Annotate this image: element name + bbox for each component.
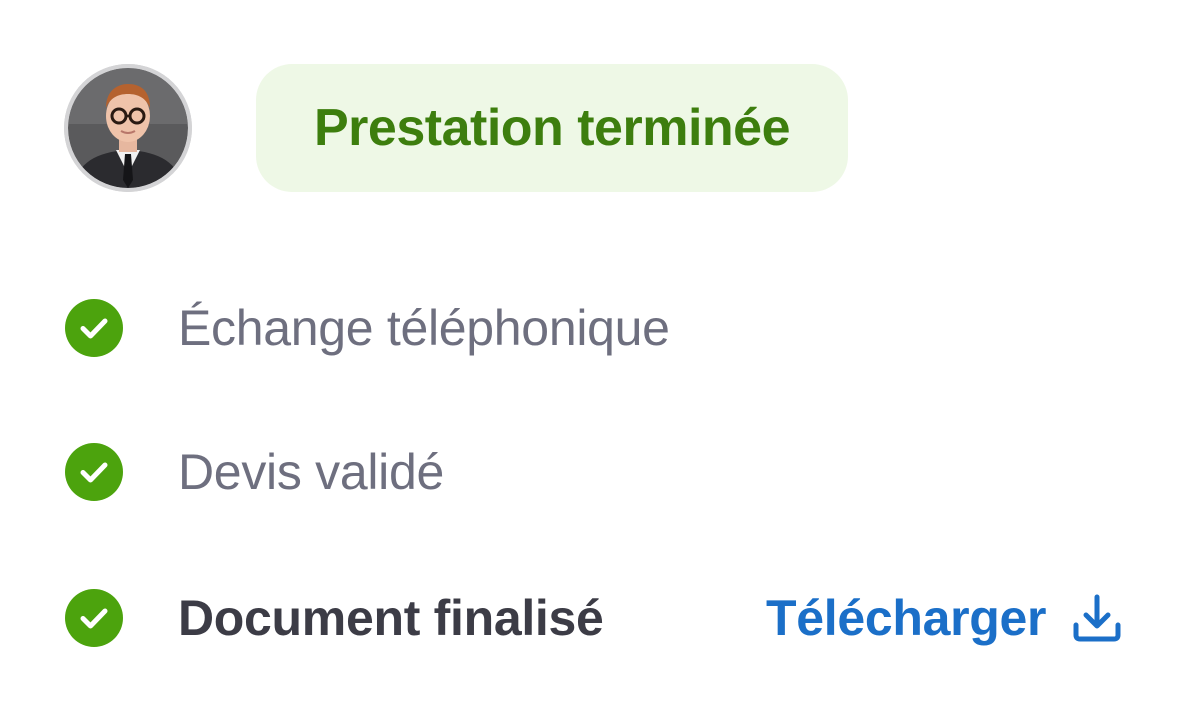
step-label: Échange téléphonique xyxy=(178,300,670,356)
avatar xyxy=(64,64,192,192)
step-label: Document finalisé xyxy=(178,590,604,646)
download-button[interactable]: Télécharger xyxy=(766,578,1124,658)
check-circle-icon xyxy=(65,299,123,357)
check-circle-icon xyxy=(65,589,123,647)
status-label: Prestation terminée xyxy=(314,99,791,157)
prestation-status-card: Prestation terminée Échange téléphonique… xyxy=(0,0,1200,720)
step-item-phone-call: Échange téléphonique xyxy=(64,288,670,368)
step-label: Devis validé xyxy=(178,444,444,500)
person-avatar-icon xyxy=(64,64,192,192)
check-circle-icon xyxy=(65,443,123,501)
step-item-quote-validated: Devis validé xyxy=(64,432,444,512)
step-item-document-finalized: Document finalisé xyxy=(64,578,604,658)
status-badge: Prestation terminée xyxy=(256,64,848,192)
download-icon[interactable] xyxy=(1070,591,1124,645)
download-label[interactable]: Télécharger xyxy=(766,589,1046,647)
